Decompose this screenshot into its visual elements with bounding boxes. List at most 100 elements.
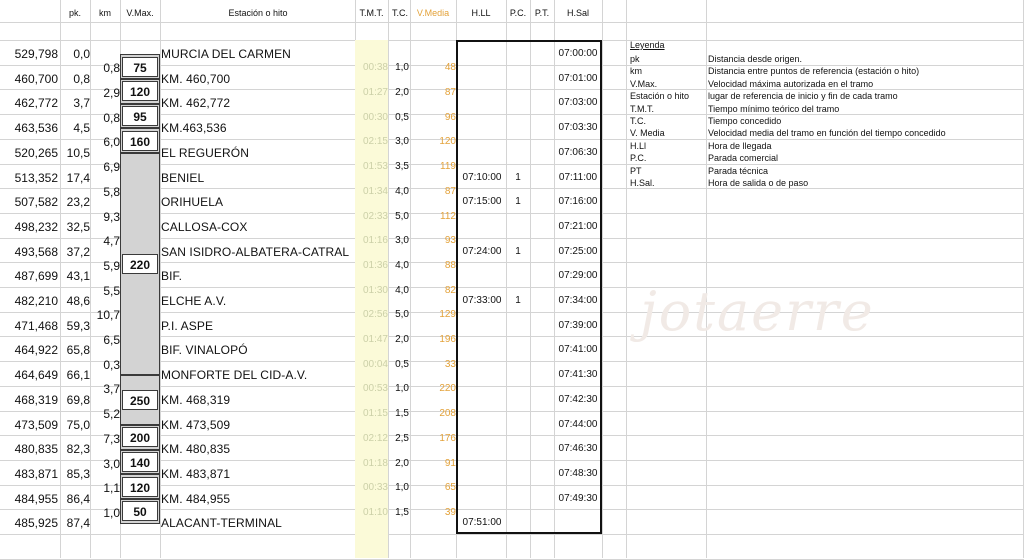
- departure-time: 07:16:00: [558, 196, 598, 207]
- segment-km: 0,8: [103, 111, 120, 125]
- commercial-stop: [506, 217, 530, 237]
- departure-time: 07:49:30: [558, 493, 598, 504]
- segment-tc: 3,5: [395, 161, 409, 172]
- segment-tmt: 01:30: [362, 285, 388, 296]
- arrival-time: 07:33:00: [462, 295, 502, 306]
- distance-cell: 0,8: [73, 72, 90, 86]
- segment-tc: 0,5: [395, 359, 409, 370]
- station-name: KM. 460,700: [161, 72, 231, 86]
- arrival-time: [458, 266, 506, 286]
- distance-cell: 37,2: [66, 245, 90, 259]
- departure-time: 07:06:30: [558, 147, 598, 158]
- segment-tmt: 01:18: [362, 458, 388, 469]
- segment-km: 6,5: [103, 333, 120, 347]
- departure-time: 07:46:30: [558, 443, 598, 454]
- pk-cell: 483,871: [14, 467, 58, 481]
- segment-vmedia: 93: [444, 235, 456, 246]
- segment-tc: 1,5: [395, 507, 409, 518]
- segment-tmt: 01:36: [362, 260, 388, 271]
- departure-time: [554, 513, 602, 533]
- watermark: jotaerre: [640, 280, 875, 343]
- speed-limit-label: 200: [122, 427, 158, 447]
- segment-tc: 2,0: [395, 87, 409, 98]
- station-name: KM.463,536: [161, 121, 227, 135]
- legend-description: Velocidad máxima autorizada en el tramo: [708, 79, 874, 89]
- station-name: MURCIA DEL CARMEN: [161, 47, 291, 61]
- distance-cell: 59,3: [66, 319, 90, 333]
- pk-cell: 487,699: [14, 269, 58, 283]
- legend-term: T.M.T.: [630, 104, 654, 114]
- gridline-vertical: [602, 0, 603, 558]
- segment-km: 10,7: [96, 308, 120, 322]
- segment-tmt: 02:56: [362, 309, 388, 320]
- pk-cell: 460,700: [14, 72, 58, 86]
- segment-km: 4,7: [103, 234, 120, 248]
- segment-vmedia: 96: [444, 112, 456, 123]
- commercial-stop: [506, 439, 530, 459]
- distance-cell: 65,8: [66, 343, 90, 357]
- segment-tc: 4,0: [395, 285, 409, 296]
- commercial-stop: [506, 489, 530, 509]
- departure-time: 07:41:00: [558, 344, 598, 355]
- segment-km: 5,5: [103, 284, 120, 298]
- departure-time: 07:21:00: [558, 221, 598, 232]
- commercial-stop: 1: [515, 246, 521, 257]
- departure-time: 07:42:30: [558, 394, 598, 405]
- segment-km: 0,8: [103, 61, 120, 75]
- arrival-time: [458, 44, 506, 64]
- speed-limit-label: 50: [122, 501, 158, 521]
- arrival-time: [458, 143, 506, 163]
- distance-cell: 0,0: [73, 47, 90, 61]
- legend-description: Hora de salida o de paso: [708, 178, 809, 188]
- segment-km: 6,0: [103, 135, 120, 149]
- distance-cell: 32,5: [66, 220, 90, 234]
- legend-description: lugar de referencia de inicio y fin de c…: [708, 91, 898, 101]
- pk-cell: 464,922: [14, 343, 58, 357]
- legend-term: V.Max.: [630, 79, 658, 89]
- pk-cell: 464,649: [14, 368, 58, 382]
- pk-cell: 480,835: [14, 442, 58, 456]
- departure-time: 07:03:00: [558, 97, 598, 108]
- commercial-stop: [506, 390, 530, 410]
- segment-tmt: 00:04: [362, 359, 388, 370]
- segment-vmedia: 65: [444, 482, 456, 493]
- segment-vmedia: 208: [439, 408, 456, 419]
- header-pt: P.T.: [534, 8, 550, 18]
- distance-cell: 17,4: [66, 171, 90, 185]
- commercial-stop: [506, 44, 530, 64]
- distance-cell: 87,4: [66, 516, 90, 530]
- segment-vmedia: 82: [444, 285, 456, 296]
- arrival-time: [458, 439, 506, 459]
- segment-tmt: 01:47: [362, 334, 388, 345]
- arrival-time: 07:51:00: [462, 517, 502, 528]
- distance-cell: 10,5: [66, 146, 90, 160]
- commercial-stop: 1: [515, 196, 521, 207]
- segment-vmedia: 119: [440, 161, 456, 172]
- gridline-vertical: [90, 0, 91, 558]
- segment-km: 2,9: [103, 86, 120, 100]
- segment-vmedia: 33: [444, 359, 456, 370]
- commercial-stop: [506, 365, 530, 385]
- distance-cell: 82,3: [66, 442, 90, 456]
- station-name: ALACANT-TERMINAL: [161, 516, 282, 530]
- header-km: km: [99, 8, 111, 18]
- speed-limit-label: 120: [122, 81, 158, 101]
- pk-cell: 462,772: [14, 96, 58, 110]
- departure-time: 07:44:00: [558, 419, 598, 430]
- segment-tmt: 00:33: [362, 482, 388, 493]
- station-name: BENIEL: [161, 171, 205, 185]
- segment-tmt: 01:27: [362, 87, 388, 98]
- segment-tmt: 00:30: [362, 112, 388, 123]
- distance-cell: 85,3: [66, 467, 90, 481]
- distance-cell: 43,1: [66, 269, 90, 283]
- pk-cell: 484,955: [14, 492, 58, 506]
- speed-limit-label: 220: [122, 254, 158, 274]
- legend-title: Leyenda: [630, 40, 665, 50]
- legend-description: Parada técnica: [708, 166, 769, 176]
- commercial-stop: [506, 143, 530, 163]
- segment-km: 3,7: [103, 382, 120, 396]
- spreadsheet[interactable]: pk. km V.Max. Estación o hito T.M.T. T.C…: [0, 0, 1024, 560]
- commercial-stop: [506, 93, 530, 113]
- legend-description: Velocidad media del tramo en función del…: [708, 128, 946, 138]
- segment-tc: 1,5: [395, 408, 409, 419]
